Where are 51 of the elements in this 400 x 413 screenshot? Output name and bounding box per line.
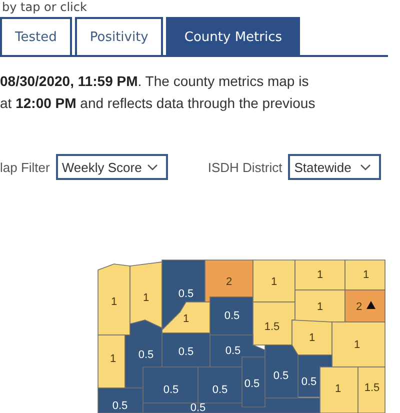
county-score: 1 [316, 301, 324, 313]
county[interactable] [298, 354, 332, 398]
county[interactable] [98, 334, 126, 388]
tab[interactable]: Positivity [74, 17, 164, 55]
county-score: 0.5 [138, 349, 154, 361]
county-score: 0.5 [244, 378, 260, 390]
county-score: 1 [110, 296, 118, 308]
county[interactable] [344, 290, 386, 322]
county-score: 0.5 [224, 310, 240, 322]
county-score: 2 [356, 301, 362, 313]
county-score: 0.5 [225, 345, 241, 357]
county-score: 1 [142, 292, 150, 304]
county[interactable] [210, 334, 266, 368]
notice-text: at 12:00 PM and reflects data through the previous [0, 94, 316, 113]
county-score: 1 [362, 269, 370, 281]
county-score: 0.5 [190, 402, 206, 413]
hint-text: by tap or click [1, 0, 88, 14]
county[interactable] [98, 264, 130, 336]
county[interactable] [162, 302, 210, 334]
county[interactable] [98, 388, 144, 413]
tab[interactable]: County Metrics [166, 17, 300, 55]
county-score: 0.5 [112, 400, 128, 412]
county-score: 0.5 [178, 346, 194, 358]
county-score: 0.5 [301, 376, 317, 388]
county-score: 1.5 [264, 321, 280, 333]
county-score: 1 [334, 383, 342, 395]
chevron-down-icon [146, 164, 158, 170]
county-score: 1 [110, 353, 116, 365]
notice-text: 08/30/2020, 11:59 PM. The county metrics map is [0, 72, 309, 91]
county[interactable] [242, 356, 266, 408]
county-score: 0.5 [163, 384, 179, 396]
county[interactable] [130, 262, 162, 329]
county-score: 1 [182, 313, 190, 325]
filter-label: ISDH District [208, 160, 282, 174]
county-score: 0.5 [273, 370, 289, 382]
county-score: 1 [316, 269, 324, 281]
filter-dropdown[interactable]: Statewide [288, 154, 382, 180]
county-score: 0.5 [212, 384, 228, 396]
county-score: 1 [270, 276, 278, 288]
county-score: 0.5 [178, 288, 194, 300]
filter-dropdown[interactable]: Weekly Score [56, 154, 168, 180]
county[interactable] [252, 302, 296, 346]
county[interactable] [162, 260, 206, 331]
filter-label: lap Filter [0, 160, 50, 174]
county-score: 1 [308, 332, 316, 344]
county-score: 1.5 [364, 382, 380, 394]
chevron-down-icon [360, 164, 372, 170]
county-score: 1 [354, 339, 360, 351]
county[interactable] [264, 344, 298, 398]
tab[interactable]: Tested [0, 17, 72, 55]
county[interactable] [292, 320, 332, 356]
